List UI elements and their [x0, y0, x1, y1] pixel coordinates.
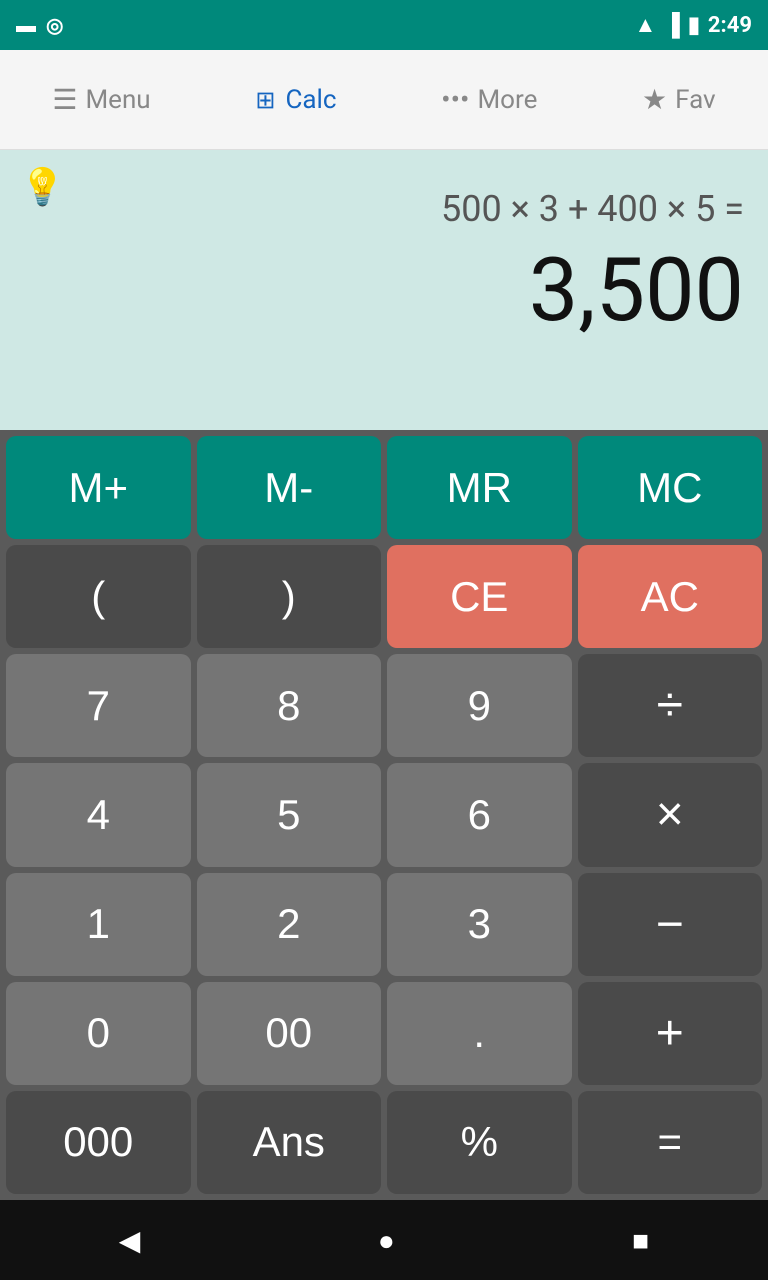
memory-row: M+ M- MR MC	[6, 436, 762, 539]
nav-fav[interactable]: ★ Fav	[622, 73, 736, 126]
sd-card-icon: ▬	[16, 13, 36, 38]
row-456-multiply: 4 5 6 ×	[6, 763, 762, 866]
nav-calc[interactable]: ⊞ Calc	[235, 75, 356, 125]
ac-button[interactable]: AC	[578, 545, 763, 648]
result: 3,500	[24, 243, 744, 340]
back-button[interactable]: ◀	[89, 1214, 171, 1267]
android-nav-bar: ◀ ● ■	[0, 1200, 768, 1280]
nav-menu[interactable]: ☰ Menu	[32, 73, 170, 126]
wifi-icon: ▲	[634, 12, 656, 38]
divide-button[interactable]: ÷	[578, 654, 763, 757]
calculator-display: 💡 500 × 3 + 400 × 5 = 3,500	[0, 150, 768, 430]
button-1[interactable]: 1	[6, 873, 191, 976]
nav-more-label: More	[477, 85, 537, 115]
button-6[interactable]: 6	[387, 763, 572, 866]
multiply-button[interactable]: ×	[578, 763, 763, 866]
calculator-body: M+ M- MR MC ( ) CE AC 7 8 9 ÷ 4 5 6 × 1 …	[0, 430, 768, 1200]
ans-button[interactable]: Ans	[197, 1091, 382, 1194]
nav-fav-label: Fav	[675, 85, 716, 115]
more-dots-icon: •••	[441, 83, 469, 116]
button-3[interactable]: 3	[387, 873, 572, 976]
m-plus-button[interactable]: M+	[6, 436, 191, 539]
nav-calc-label: Calc	[285, 85, 336, 115]
equals-button[interactable]: =	[578, 1091, 763, 1194]
time-display: 2:49	[708, 13, 752, 38]
status-left: ▬ ◎	[16, 13, 63, 38]
row-0-add: 0 00 . +	[6, 982, 762, 1085]
open-paren-button[interactable]: (	[6, 545, 191, 648]
button-9[interactable]: 9	[387, 654, 572, 757]
star-icon: ★	[642, 83, 667, 116]
button-2[interactable]: 2	[197, 873, 382, 976]
percent-button[interactable]: %	[387, 1091, 572, 1194]
grid-icon: ⊞	[255, 86, 277, 114]
subtract-button[interactable]: −	[578, 873, 763, 976]
m-minus-button[interactable]: M-	[197, 436, 382, 539]
home-button[interactable]: ●	[348, 1214, 425, 1267]
decimal-button[interactable]: .	[387, 982, 572, 1085]
nav-bar: ☰ Menu ⊞ Calc ••• More ★ Fav	[0, 50, 768, 150]
close-paren-button[interactable]: )	[197, 545, 382, 648]
mc-button[interactable]: MC	[578, 436, 763, 539]
mr-button[interactable]: MR	[387, 436, 572, 539]
status-bar: ▬ ◎ ▲ ▐ ▮ 2:49	[0, 0, 768, 50]
menu-icon: ☰	[52, 83, 77, 116]
button-00[interactable]: 00	[197, 982, 382, 1085]
button-0[interactable]: 0	[6, 982, 191, 1085]
recent-button[interactable]: ■	[602, 1214, 679, 1267]
status-right: ▲ ▐ ▮ 2:49	[634, 12, 752, 38]
row-000-equals: 000 Ans % =	[6, 1091, 762, 1194]
nav-more[interactable]: ••• More	[421, 73, 557, 126]
hint-icon: 💡	[20, 166, 65, 208]
row-789-divide: 7 8 9 ÷	[6, 654, 762, 757]
button-5[interactable]: 5	[197, 763, 382, 866]
expression: 500 × 3 + 400 × 5 =	[24, 186, 744, 233]
button-4[interactable]: 4	[6, 763, 191, 866]
button-8[interactable]: 8	[197, 654, 382, 757]
row-123-subtract: 1 2 3 −	[6, 873, 762, 976]
paren-clear-row: ( ) CE AC	[6, 545, 762, 648]
ce-button[interactable]: CE	[387, 545, 572, 648]
battery-icon: ▮	[688, 13, 700, 38]
button-7[interactable]: 7	[6, 654, 191, 757]
nav-menu-label: Menu	[85, 85, 150, 115]
add-button[interactable]: +	[578, 982, 763, 1085]
signal-icon: ▐	[664, 12, 680, 38]
circle-status-icon: ◎	[46, 13, 63, 37]
button-000[interactable]: 000	[6, 1091, 191, 1194]
